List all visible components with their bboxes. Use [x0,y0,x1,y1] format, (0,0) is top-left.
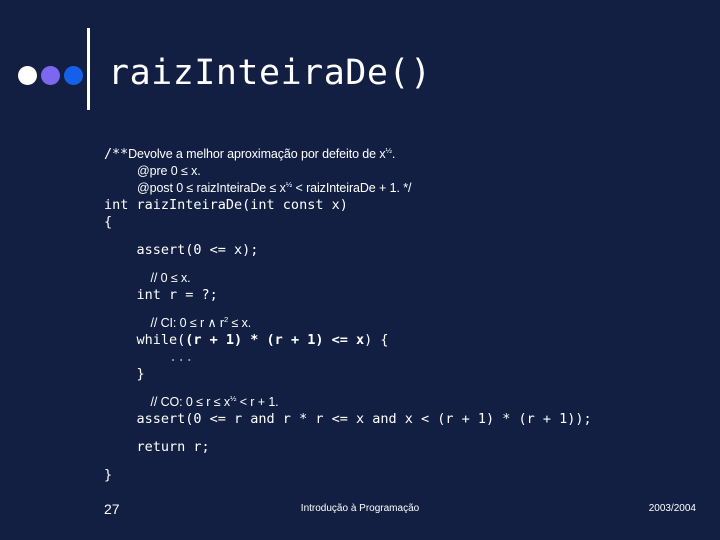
while-keyword: while( [104,332,186,348]
while-condition: (r + 1) * (r + 1) <= x [185,332,365,348]
code-line-comment-co: // CO: 0 ≤ r ≤ x½ < r + 1. [104,394,712,411]
doc-comment-post-a: @post 0 ≤ raizInteiraDe ≤ x [137,181,286,195]
code-spacer [104,428,712,439]
code-line-decl-r: int r = ?; [104,287,218,303]
code-line-close-brace: } [104,467,113,483]
code-block: /**Devolve a melhor aproximação por defe… [104,146,712,484]
code-line-doccomment-1: /**Devolve a melhor aproximação por defe… [104,146,712,163]
code-spacer [104,231,712,242]
doc-comment-text-1: Devolve a melhor aproximação por defeito… [128,147,386,161]
bullet-dots-group [18,66,83,85]
code-line-while-close-brace: } [104,366,145,382]
slide-header: raizInteiraDe() [0,0,720,120]
code-line-doccomment-3: @post 0 ≤ raizInteiraDe ≤ x½ < raizIntei… [104,180,712,197]
code-spacer [104,383,712,394]
bullet-dot-blue-icon [64,66,83,85]
code-spacer [104,304,712,315]
code-line-open-brace: { [104,214,113,230]
code-line-assert-pre: assert(0 <= x); [104,242,259,258]
page-title: raizInteiraDe() [108,53,432,93]
while-tail: ) { [364,332,389,348]
comment-co-a: // CO: 0 ≤ r ≤ x [137,395,230,409]
header-vertical-rule [87,28,90,110]
code-spacer [104,259,712,270]
code-line-assert-post: assert(0 <= r and r * r <= x and x < (r … [104,411,592,427]
doc-comment-open: /** [104,146,129,162]
code-line-comment-zero-le-x: // 0 ≤ x. [137,271,191,285]
comment-co-b: < r + 1. [236,395,279,409]
code-line-doccomment-2: @pre 0 ≤ x. [104,163,712,180]
code-line-return: return r; [104,439,210,455]
slide: raizInteiraDe() /**Devolve a melhor apro… [0,0,720,540]
doc-comment-text-1-end: . [391,147,396,161]
code-spacer [104,456,712,467]
comment-ci-b: ≤ x. [228,316,252,330]
code-line-comment-ci: // CI: 0 ≤ r ∧ r2 ≤ x. [104,315,712,332]
footer-academic-year: 2003/2004 [648,503,696,514]
bullet-dot-white-icon [18,66,37,85]
code-line-while-body-ellipsis: ... [104,349,194,365]
footer-course-name: Introdução à Programação [300,503,420,514]
doc-comment-pre: @pre 0 ≤ x. [137,164,201,178]
code-line-signature: int raizInteiraDe(int const x) [104,197,348,213]
slide-footer: 27 Introdução à Programação 2003/2004 [0,492,720,540]
bullet-dot-purple-icon [41,66,60,85]
code-line-while: while((r + 1) * (r + 1) <= x) { [104,332,712,349]
doc-comment-post-b: < raizInteiraDe + 1. */ [292,181,412,195]
comment-ci-a: // CI: 0 ≤ r ∧ r [137,316,224,330]
